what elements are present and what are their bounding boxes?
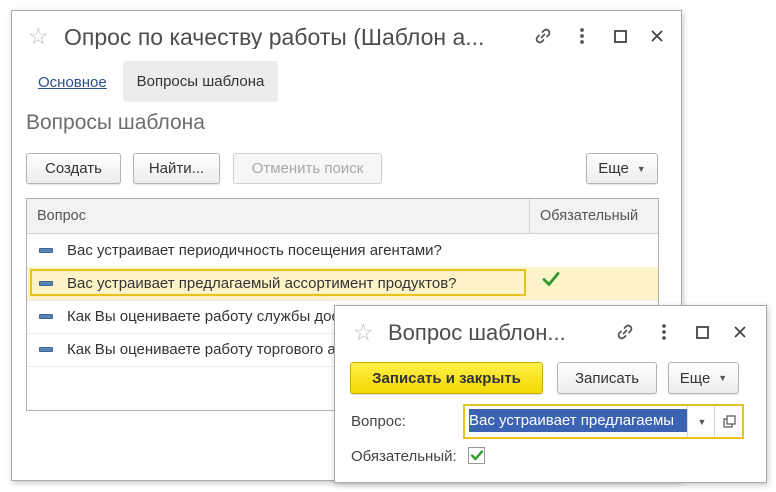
link-icon[interactable]: [532, 25, 554, 47]
item-icon: [39, 347, 53, 352]
save-and-close-button[interactable]: Записать и закрыть: [350, 362, 543, 394]
open-button[interactable]: [714, 406, 743, 437]
table-row-selected[interactable]: Вас устраивает предлагаемый ассортимент …: [27, 267, 658, 301]
create-button[interactable]: Создать: [26, 153, 121, 184]
question-input[interactable]: [469, 409, 687, 432]
star-icon[interactable]: ☆: [353, 321, 374, 344]
question-window: ☆ Вопрос шаблон... Записать и закрыть За…: [334, 305, 767, 483]
checkmark-icon: [541, 270, 561, 293]
more-button[interactable]: Еще ▼: [668, 362, 739, 394]
item-icon: [39, 281, 53, 286]
question-window-title: Вопрос шаблон...: [388, 322, 566, 344]
chevron-down-icon: ▼: [697, 416, 707, 427]
open-form-icon: [722, 415, 736, 428]
column-header-required[interactable]: Обязательный: [540, 199, 638, 233]
item-icon: [39, 248, 53, 253]
close-icon[interactable]: [729, 321, 751, 343]
main-window-title: Опрос по качеству работы (Шаблон а...: [64, 26, 485, 49]
maximize-icon[interactable]: [691, 321, 713, 343]
chevron-down-icon: ▼: [718, 373, 728, 383]
question-label: Вопрос:: [351, 413, 406, 430]
question-titlebar: ☆ Вопрос шаблон...: [335, 306, 766, 356]
tab-main[interactable]: Основное: [38, 74, 107, 91]
row-question: Вас устраивает периодичность посещения а…: [67, 242, 442, 259]
more-vertical-icon[interactable]: [571, 25, 593, 47]
maximize-icon[interactable]: [609, 25, 631, 47]
save-button[interactable]: Записать: [557, 362, 657, 394]
chevron-down-icon: ▼: [636, 163, 646, 174]
column-header-question[interactable]: Вопрос: [37, 199, 86, 233]
section-title: Вопросы шаблона: [26, 111, 205, 134]
column-separator[interactable]: [529, 199, 530, 233]
row-question: Вас устраивает предлагаемый ассортимент …: [67, 275, 457, 292]
main-titlebar: ☆ Опрос по качеству работы (Шаблон а...: [12, 11, 681, 61]
checkmark-icon: [470, 450, 483, 461]
dropdown-button[interactable]: ▼: [687, 406, 716, 437]
tab-template-questions[interactable]: Вопросы шаблона: [123, 61, 278, 102]
find-button[interactable]: Найти...: [133, 153, 220, 184]
close-icon[interactable]: [646, 25, 668, 47]
table-header: Вопрос Обязательный: [27, 199, 658, 234]
link-icon[interactable]: [614, 321, 636, 343]
required-label: Обязательный:: [351, 448, 457, 465]
required-checkbox[interactable]: [468, 447, 485, 464]
star-icon[interactable]: ☆: [28, 25, 49, 48]
more-button-label: Еще: [598, 160, 629, 177]
more-vertical-icon[interactable]: [653, 321, 675, 343]
more-button[interactable]: Еще ▼: [586, 153, 658, 184]
question-field[interactable]: ▼: [463, 404, 744, 439]
more-button-label: Еще: [679, 369, 711, 387]
item-icon: [39, 314, 53, 319]
table-row[interactable]: Вас устраивает периодичность посещения а…: [27, 234, 658, 268]
cancel-search-button[interactable]: Отменить поиск: [233, 153, 382, 184]
